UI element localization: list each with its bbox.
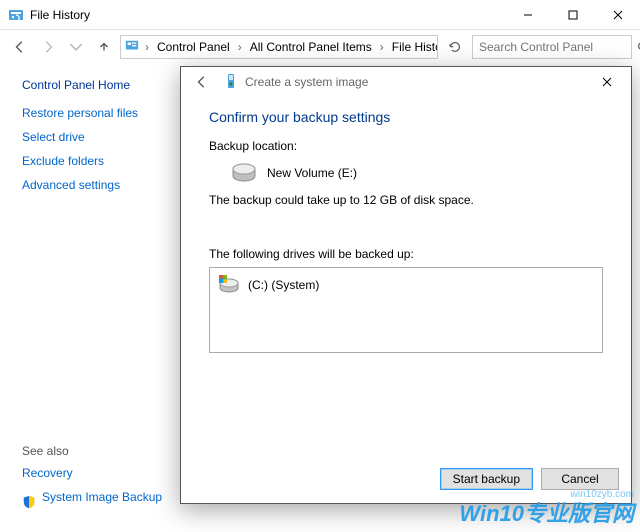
wizard-icon bbox=[223, 73, 239, 92]
backup-size-note: The backup could take up to 12 GB of dis… bbox=[209, 193, 603, 207]
dialog-heading: Confirm your backup settings bbox=[209, 109, 603, 125]
breadcrumb-separator: › bbox=[236, 40, 244, 54]
sidebar-link-advanced[interactable]: Advanced settings bbox=[22, 178, 174, 192]
breadcrumb-seg-2[interactable]: File History bbox=[390, 40, 438, 54]
search-icon bbox=[636, 40, 640, 54]
control-panel-home-link[interactable]: Control Panel Home bbox=[22, 78, 174, 92]
start-backup-button[interactable]: Start backup bbox=[440, 468, 533, 490]
backup-location-value: New Volume (E:) bbox=[267, 166, 357, 180]
dialog-close-button[interactable] bbox=[587, 69, 627, 95]
see-also-section: See also Recovery System Image Backup bbox=[22, 444, 182, 520]
nav-up-button[interactable] bbox=[92, 35, 116, 59]
see-also-system-image[interactable]: System Image Backup bbox=[42, 490, 162, 504]
minimize-button[interactable] bbox=[505, 0, 550, 30]
window-title: File History bbox=[30, 8, 90, 22]
dialog-back-button[interactable] bbox=[191, 71, 213, 93]
see-also-recovery[interactable]: Recovery bbox=[22, 466, 182, 480]
see-also-label: See also bbox=[22, 444, 182, 458]
search-input[interactable] bbox=[477, 39, 636, 55]
backup-location-row: New Volume (E:) bbox=[209, 159, 603, 193]
hard-drive-icon bbox=[231, 163, 257, 183]
navigation-bar: › Control Panel › All Control Panel Item… bbox=[0, 30, 640, 64]
system-image-dialog: Create a system image Confirm your backu… bbox=[180, 66, 632, 504]
dialog-titlebar: Create a system image bbox=[181, 67, 631, 97]
system-drive-icon bbox=[218, 274, 240, 296]
backup-location-label: Backup location: bbox=[209, 139, 603, 153]
app-icon bbox=[8, 7, 24, 23]
nav-forward-button[interactable] bbox=[36, 35, 60, 59]
nav-recent-dropdown[interactable] bbox=[64, 35, 88, 59]
dialog-title: Create a system image bbox=[245, 75, 368, 89]
sidebar-link-exclude[interactable]: Exclude folders bbox=[22, 154, 174, 168]
drive-row[interactable]: (C:) (System) bbox=[218, 274, 594, 296]
drives-list-label: The following drives will be backed up: bbox=[209, 247, 603, 261]
shield-icon bbox=[22, 495, 36, 509]
breadcrumb-seg-0[interactable]: Control Panel bbox=[155, 40, 232, 54]
drives-list[interactable]: (C:) (System) bbox=[209, 267, 603, 353]
control-panel-icon bbox=[125, 39, 139, 56]
window-titlebar: File History bbox=[0, 0, 640, 30]
dialog-body: Confirm your backup settings Backup loca… bbox=[181, 97, 631, 455]
breadcrumb-seg-1[interactable]: All Control Panel Items bbox=[248, 40, 374, 54]
refresh-button[interactable] bbox=[442, 35, 468, 59]
dialog-footer: Start backup Cancel bbox=[181, 455, 631, 503]
maximize-button[interactable] bbox=[550, 0, 595, 30]
drive-label: (C:) (System) bbox=[248, 278, 319, 292]
close-button[interactable] bbox=[595, 0, 640, 30]
breadcrumb-separator: › bbox=[378, 40, 386, 54]
sidebar: Control Panel Home Restore personal file… bbox=[0, 64, 190, 532]
sidebar-link-select-drive[interactable]: Select drive bbox=[22, 130, 174, 144]
address-bar[interactable]: › Control Panel › All Control Panel Item… bbox=[120, 35, 438, 59]
cancel-button[interactable]: Cancel bbox=[541, 468, 619, 490]
search-box[interactable] bbox=[472, 35, 632, 59]
breadcrumb-separator: › bbox=[143, 40, 151, 54]
nav-back-button[interactable] bbox=[8, 35, 32, 59]
sidebar-link-restore[interactable]: Restore personal files bbox=[22, 106, 174, 120]
